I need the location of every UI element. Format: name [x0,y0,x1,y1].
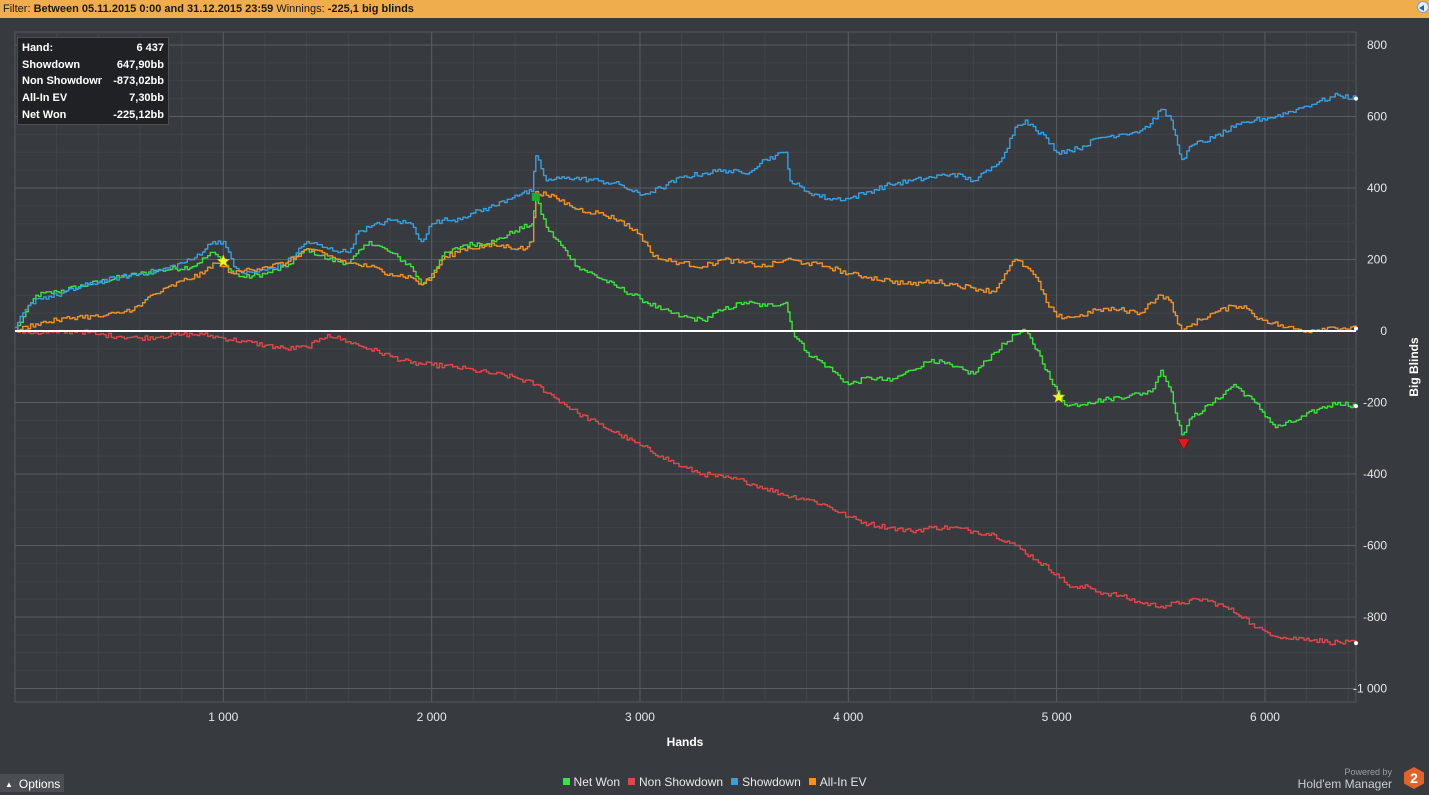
x-tick-label: 4 000 [833,710,863,724]
y-tick-label: -800 [1363,610,1387,624]
series-end-point [1354,326,1358,331]
y-tick-label: -1 000 [1353,682,1387,696]
chart-legend: Net Won Non Showdown Showdown All-In EV [0,775,1429,789]
y-tick-label: -600 [1363,539,1387,553]
stats-row-hand: Hand: 6 437 [22,40,164,56]
powered-by-label: Powered by [1344,767,1392,777]
legend-swatch [808,778,816,785]
y-tick-label: 400 [1367,181,1387,195]
x-tick-label: 1 000 [208,710,238,724]
filter-winnings-value: -225,1 big blinds [327,3,414,15]
square-marker [531,192,540,201]
stats-row-showdown: Showdown 647,90bb [22,57,164,73]
legend-label: All-In EV [819,775,867,789]
stats-tooltip: Hand: 6 437 Showdown 647,90bb Non Showdo… [17,37,169,125]
stats-value: -225,12bb [113,109,164,121]
stats-label: Non Showdown [22,75,102,87]
filter-winnings-label: Winnings: [276,3,325,15]
series-end-point [1354,641,1358,646]
legend-swatch [628,778,635,785]
y-tick-label: 200 [1367,253,1387,267]
powered-by: Powered by Hold'em Manager [1298,767,1392,792]
x-tick-label: 2 000 [417,710,447,724]
stats-value: -873,02bb [113,75,164,87]
stats-label: All-In EV [22,92,68,104]
product-name: Hold'em Manager [1297,777,1392,791]
stats-label: Hand: [22,42,54,54]
y-tick-label: 800 [1367,38,1387,52]
stats-row-net-won: Net Won -225,12bb [22,107,164,123]
x-tick-label: 3 000 [625,710,655,724]
x-tick-label: 6 000 [1250,710,1280,724]
stats-value: 647,90bb [116,59,164,71]
series-end-point [1354,404,1358,409]
legend-label: Net Won [573,775,620,789]
filter-bar: Filter: Between 05.11.2015 0:00 and 31.1… [0,0,1429,18]
x-axis-title: Hands [667,735,704,749]
y-axis-title: Big Blinds [1407,337,1421,397]
filter-prefix: Filter: [3,3,31,15]
series-end-point [1354,96,1358,101]
stats-value: 7,30bb [129,92,164,104]
y-tick-label: 600 [1367,110,1387,124]
legend-item-all-in-ev[interactable]: All-In EV [808,775,867,789]
stats-row-non-showdown: Non Showdown -873,02bb [22,73,164,89]
y-tick-label: -400 [1363,467,1387,481]
collapse-icon[interactable] [1417,1,1429,13]
legend-label: Non Showdown [639,775,724,789]
legend-item-non-showdown[interactable]: Non Showdown [628,775,723,789]
stats-label: Showdown [22,59,81,71]
stats-value: 6 437 [136,42,164,54]
filter-range: Between 05.11.2015 0:00 and 31.12.2015 2… [33,3,274,15]
graph-chart[interactable]: 1 000 2 000 3 000 4 000 5 000 6 000 800 600 400 2… [0,18,1429,770]
x-tick-label: 5 000 [1042,710,1072,724]
legend-swatch [562,778,570,785]
stats-label: Net Won [22,109,67,121]
legend-swatch [731,778,739,785]
stats-row-allin-ev: All-In EV 7,30bb [22,90,164,106]
legend-item-net-won[interactable]: Net Won [562,775,620,789]
legend-label: Showdown [742,775,801,789]
y-tick-label: -200 [1363,396,1387,410]
y-tick-label: 0 [1380,324,1387,338]
legend-item-showdown[interactable]: Showdown [731,775,801,789]
